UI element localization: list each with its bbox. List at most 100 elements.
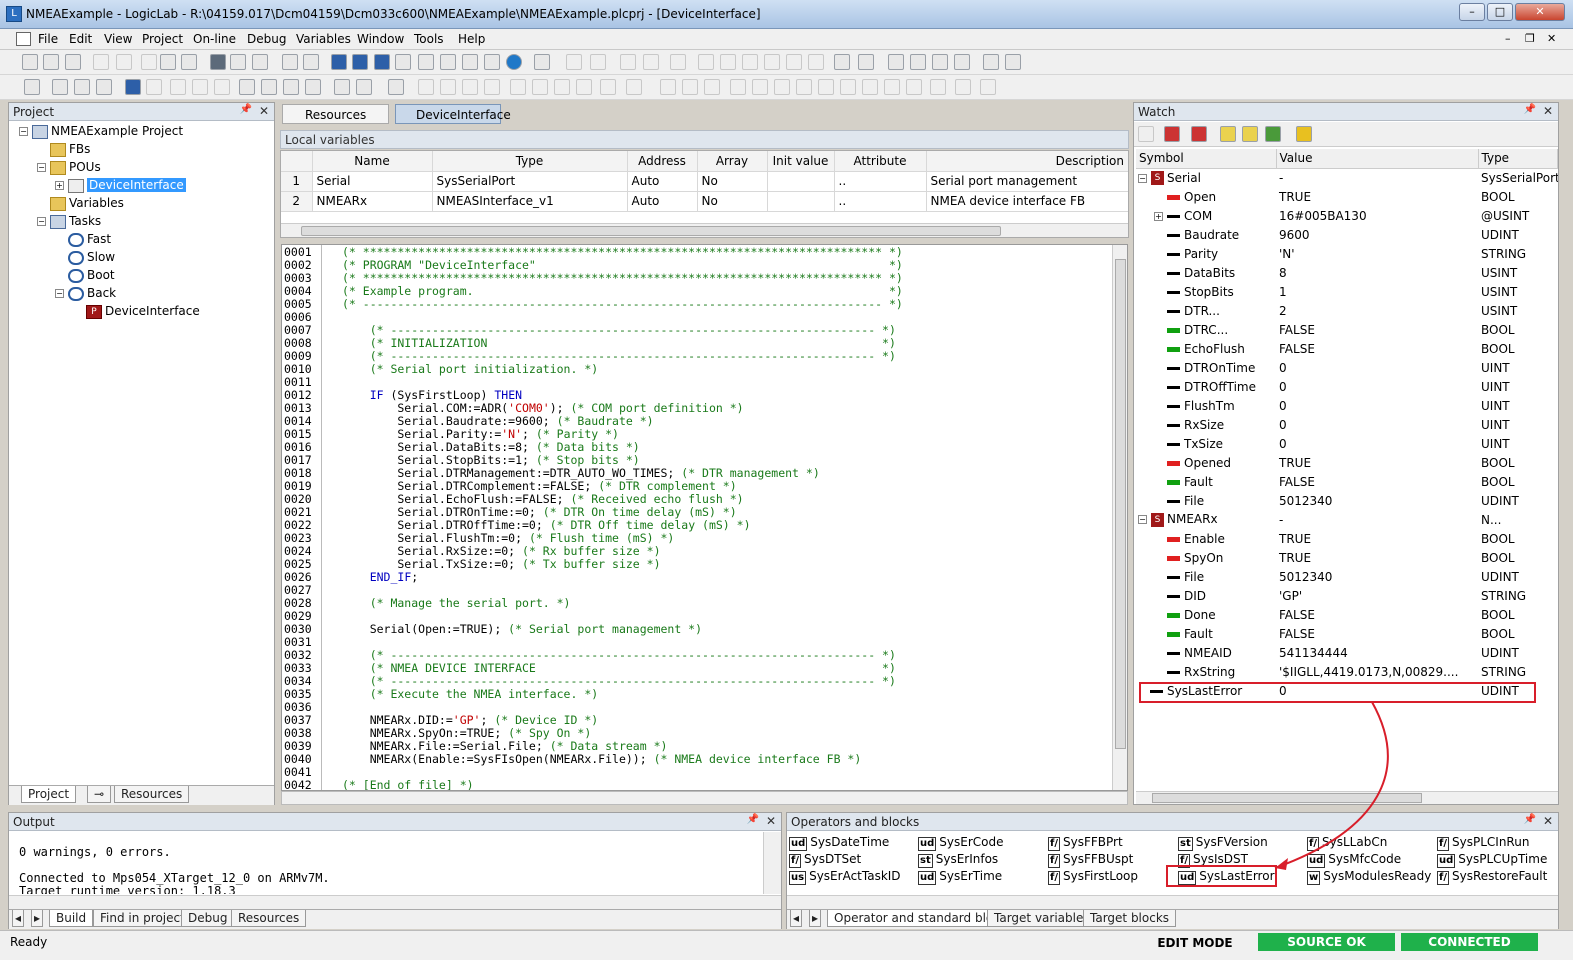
toolbar-button-icon[interactable] [356, 79, 372, 95]
load-icon[interactable] [1220, 126, 1236, 142]
watch-value[interactable]: 0 [1276, 396, 1478, 415]
toolbar-button-icon[interactable] [484, 54, 500, 70]
toolbar-button-icon[interactable] [141, 54, 157, 70]
watch-symbol-cell[interactable]: File [1136, 567, 1276, 586]
toolbar-button-icon[interactable] [808, 54, 824, 70]
code-line[interactable]: END_IF; [342, 571, 903, 584]
table-cell[interactable]: Auto [627, 191, 698, 212]
toolbar-button-icon[interactable] [720, 54, 736, 70]
menu-window[interactable]: Window [357, 32, 404, 46]
watch-row[interactable]: SpyOn TRUE BOOL [1136, 548, 1558, 567]
column-header[interactable]: Name [312, 151, 433, 172]
watch-symbol-cell[interactable]: + COM [1136, 206, 1276, 225]
watch-value[interactable]: FALSE [1276, 472, 1478, 491]
toolbar-button-icon[interactable] [954, 54, 970, 70]
toolbar-button-icon[interactable] [888, 54, 904, 70]
toolbar-button-icon[interactable] [590, 54, 606, 70]
toolbar-button-icon[interactable] [181, 54, 197, 70]
watch-row[interactable]: RxString '$IIGLL,4419.0173,N,00829.... STR… [1136, 662, 1558, 681]
tab-deviceinterface[interactable]: DeviceInterface [395, 104, 511, 124]
toolbar-button-icon[interactable] [282, 54, 298, 70]
table-cell[interactable] [767, 171, 835, 192]
toolbar-button-icon[interactable] [484, 79, 500, 95]
watch-row[interactable]: + COM 16#005BA130 @USINT [1136, 206, 1558, 225]
code-line[interactable]: (* -------------------------------------… [342, 298, 903, 311]
table-cell[interactable]: Auto [627, 171, 698, 192]
code-vertical-scrollbar[interactable] [1112, 245, 1127, 790]
watch-row[interactable]: DataBits 8 USINT [1136, 263, 1558, 282]
expander-icon[interactable]: − [37, 217, 46, 226]
code-editor[interactable]: 0001 0002 0003 0004 0005 0006 0007 0008 0009 0010… [281, 244, 1128, 791]
toolbar-button-icon[interactable] [660, 79, 676, 95]
tab-project[interactable]: Project [21, 786, 77, 803]
toolbar-button-icon[interactable] [261, 79, 277, 95]
watch-symbol-cell[interactable]: DTROffTime [1136, 377, 1276, 396]
tree-item[interactable]: FBs [37, 142, 90, 157]
pin-icon[interactable]: 📌 [1524, 104, 1536, 115]
settings-icon[interactable] [1296, 126, 1312, 142]
tree-item[interactable]: P DeviceInterface [73, 304, 200, 319]
watch-symbol-cell[interactable]: RxString [1136, 662, 1276, 681]
toolbar-button-icon[interactable] [600, 79, 616, 95]
tab-output-resources[interactable]: Resources [231, 910, 307, 927]
watch-value[interactable]: TRUE [1276, 187, 1478, 206]
watch-symbol-cell[interactable]: StopBits [1136, 282, 1276, 301]
watch-value[interactable]: 5012340 [1276, 567, 1478, 586]
toolbar-button-icon[interactable] [418, 79, 434, 95]
watch-value[interactable]: - [1276, 510, 1478, 529]
expander-icon[interactable]: − [37, 163, 46, 172]
toolbar-button-icon[interactable] [840, 79, 856, 95]
watch-value[interactable]: TRUE [1276, 453, 1478, 472]
toolbar-button-icon[interactable] [43, 54, 59, 70]
toolbar-button-icon[interactable] [910, 54, 926, 70]
toolbar-button-icon[interactable] [283, 79, 299, 95]
watch-symbol-cell[interactable]: DTRC... [1136, 320, 1276, 339]
code-line[interactable]: Serial(Open:=TRUE); (* Serial port manag… [342, 623, 903, 636]
toolbar-button-icon[interactable] [418, 54, 434, 70]
watch-symbol-cell[interactable]: RxSize [1136, 415, 1276, 434]
menu-project[interactable]: Project [142, 32, 183, 46]
tab-target-blocks[interactable]: Target blocks [1083, 910, 1177, 927]
table-cell[interactable]: .. [834, 171, 927, 192]
tab-nav-left[interactable]: ◂ [790, 910, 803, 927]
toolbar-button-icon[interactable] [576, 79, 592, 95]
tree-item[interactable]: Fast [55, 232, 111, 247]
tab-nav-left[interactable]: ◂ [12, 910, 25, 927]
code-line[interactable]: (* Serial port initialization. *) [342, 363, 903, 376]
watch-symbol-cell[interactable]: Enable [1136, 529, 1276, 548]
watch-symbol-cell[interactable]: Opened [1136, 453, 1276, 472]
menu-debug[interactable]: Debug [247, 32, 286, 46]
operator-item[interactable]: f/SysFFBPrt [1048, 835, 1123, 851]
watch-row[interactable]: Enable TRUE BOOL [1136, 529, 1558, 548]
tree-item[interactable]: Variables [37, 196, 124, 211]
watch-row[interactable]: File 5012340 UDINT [1136, 491, 1558, 510]
menu-help[interactable]: Help [458, 32, 485, 46]
column-header[interactable]: Init value [767, 151, 835, 172]
watch-row[interactable]: Open TRUE BOOL [1136, 187, 1558, 206]
watch-symbol-cell[interactable]: Open [1136, 187, 1276, 206]
watch-symbol-cell[interactable]: − S NMEARx [1136, 510, 1276, 529]
watch-row[interactable]: DTROffTime 0 UINT [1136, 377, 1558, 396]
operator-item[interactable]: f/SysFirstLoop [1048, 869, 1138, 885]
toolbar-button-icon[interactable] [764, 54, 780, 70]
operator-item[interactable]: f/SysFFBUspt [1048, 852, 1133, 868]
expander-icon[interactable]: + [55, 181, 64, 190]
watch-column-header[interactable]: Value [1276, 149, 1479, 169]
code-line[interactable]: NMEARx(Enable:=SysFIsOpen(NMEARx.File));… [342, 753, 903, 766]
toolbar-button-icon[interactable] [252, 54, 268, 70]
watch-row[interactable]: StopBits 1 USINT [1136, 282, 1558, 301]
toolbar-button-icon[interactable] [1005, 54, 1021, 70]
table-cell[interactable] [767, 191, 835, 212]
toolbar-button-icon[interactable] [620, 54, 636, 70]
tab-find-in-project[interactable]: Find in project [93, 910, 192, 927]
column-header[interactable]: Type [432, 151, 628, 172]
toolbar-button-icon[interactable] [682, 79, 698, 95]
watch-value[interactable]: FALSE [1276, 339, 1478, 358]
column-header[interactable]: Array [697, 151, 768, 172]
menu-edit[interactable]: Edit [69, 32, 92, 46]
watch-value[interactable]: 1 [1276, 282, 1478, 301]
toolbar-button-icon[interactable] [52, 79, 68, 95]
toolbar-button-icon[interactable] [858, 54, 874, 70]
tree-item[interactable]: − POUs [37, 160, 101, 175]
watch-symbol-cell[interactable]: DataBits [1136, 263, 1276, 282]
